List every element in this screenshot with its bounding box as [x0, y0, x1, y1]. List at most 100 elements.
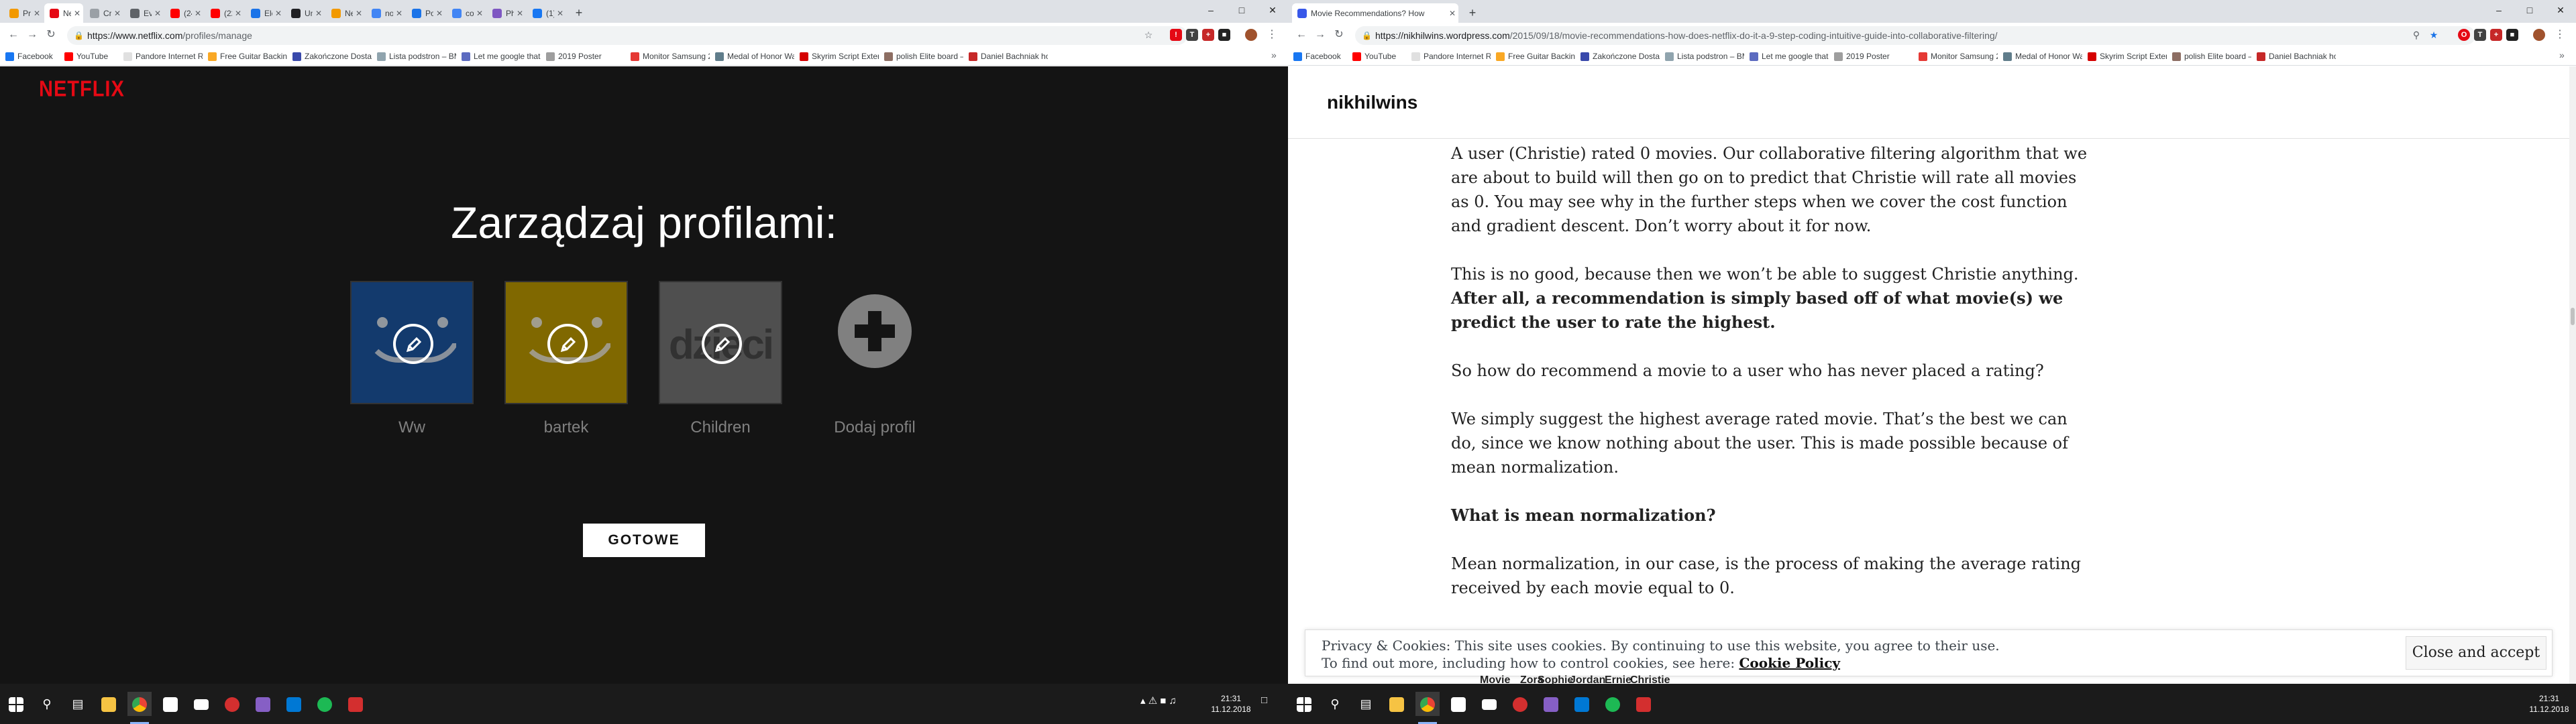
pencil-icon[interactable]: [547, 324, 588, 364]
extension-icon[interactable]: +: [1202, 29, 1214, 41]
chrome-icon[interactable]: [127, 692, 152, 724]
reload-icon[interactable]: ↻: [1331, 27, 1347, 43]
forward-icon[interactable]: →: [24, 27, 40, 43]
task-view-icon[interactable]: ▤: [1354, 692, 1378, 716]
bookmark-item[interactable]: Free Guitar Backing: [208, 51, 287, 62]
bookmark-item[interactable]: Zakończone Dostaw: [1580, 51, 1660, 62]
pencil-icon[interactable]: [702, 324, 742, 364]
more-bookmarks-icon[interactable]: »: [1271, 50, 1277, 60]
close-tab-icon[interactable]: ✕: [353, 9, 365, 18]
close-tab-icon[interactable]: ✕: [433, 9, 445, 18]
close-window-button[interactable]: ✕: [2545, 0, 2576, 20]
browser-tab[interactable]: Movie Recommendations? How ✕: [1292, 3, 1458, 23]
extension-icon[interactable]: +: [2490, 29, 2502, 41]
close-tab-icon[interactable]: ✕: [514, 9, 526, 18]
bookmark-item[interactable]: Daniel Bachniak how: [2257, 51, 2336, 62]
store-icon[interactable]: [1446, 692, 1470, 716]
browser-tab[interactable]: Creative✕: [85, 3, 123, 23]
app-icon[interactable]: [1570, 692, 1594, 716]
visual-studio-icon[interactable]: [1539, 692, 1563, 716]
address-bar[interactable]: 🔒 https://nikhilwins.wordpress.com/2015/…: [1355, 26, 2475, 45]
profile-name[interactable]: Ww: [331, 418, 492, 437]
close-tab-icon[interactable]: ✕: [393, 9, 405, 18]
close-window-button[interactable]: ✕: [1257, 0, 1288, 20]
visual-studio-icon[interactable]: [251, 692, 275, 716]
extension-icon[interactable]: ■: [1218, 29, 1230, 41]
forward-icon[interactable]: →: [1312, 27, 1328, 43]
address-bar[interactable]: 🔒 https://www.netflix.com/profiles/manag…: [67, 26, 1187, 45]
spotify-icon[interactable]: [313, 692, 337, 716]
notifications-icon[interactable]: □: [1261, 695, 1267, 706]
chrome-icon[interactable]: [1415, 692, 1440, 724]
profile-tile-bartek[interactable]: [504, 281, 628, 404]
close-tab-icon[interactable]: ✕: [152, 9, 164, 18]
browser-tab[interactable]: Everyday I✕: [125, 3, 164, 23]
browser-tab[interactable]: Netflix✕: [44, 3, 83, 23]
menu-icon[interactable]: ⋮: [1264, 27, 1280, 43]
profile-name[interactable]: Children: [640, 418, 801, 437]
profile-tile-children[interactable]: dzieci: [659, 281, 782, 404]
close-tab-icon[interactable]: ✕: [71, 9, 83, 18]
site-title[interactable]: nikhilwins: [1327, 92, 1417, 113]
close-tab-icon[interactable]: ✕: [554, 9, 566, 18]
browser-tab[interactable]: Pobrane p✕: [407, 3, 445, 23]
bookmark-item[interactable]: Let me google that: [462, 51, 541, 62]
done-button[interactable]: GOTOWE: [583, 524, 705, 557]
add-profile-label[interactable]: Dodaj profil: [794, 418, 955, 437]
bookmark-item[interactable]: Pandore Internet Ra: [1411, 51, 1491, 62]
bookmark-item[interactable]: Lista podstron – BM: [1665, 51, 1744, 62]
netflix-logo[interactable]: NETFLIX: [39, 77, 125, 103]
bookmark-item[interactable]: Facebook: [5, 51, 59, 62]
search-icon[interactable]: ⚲: [2408, 27, 2424, 43]
new-tab-button[interactable]: +: [1464, 4, 1481, 21]
bookmark-item[interactable]: Skyrim Script Extend: [2088, 51, 2167, 62]
bookmark-item[interactable]: Medal of Honor War: [2003, 51, 2082, 62]
new-tab-button[interactable]: +: [570, 4, 588, 21]
browser-tab[interactable]: Electric Ey✕: [246, 3, 284, 23]
mail-icon[interactable]: [189, 692, 213, 716]
reload-icon[interactable]: ↻: [43, 27, 59, 43]
mail-icon[interactable]: [1477, 692, 1501, 716]
app-icon[interactable]: [1508, 692, 1532, 716]
tray-icons[interactable]: ▴ ⚠ ■ ♫: [1140, 695, 1177, 707]
back-icon[interactable]: ←: [5, 27, 21, 43]
browser-tab[interactable]: normaliza✕: [366, 3, 405, 23]
scrollbar[interactable]: [2569, 66, 2576, 684]
bookmark-star-icon[interactable]: ★: [2426, 27, 2442, 43]
bookmark-item[interactable]: 2019 Poster: [546, 51, 625, 62]
browser-tab[interactable]: Netflix an✕: [326, 3, 365, 23]
bookmark-item[interactable]: Facebook: [1293, 51, 1347, 62]
spotify-icon[interactable]: [1601, 692, 1625, 716]
pencil-icon[interactable]: [393, 324, 433, 364]
task-view-icon[interactable]: ▤: [66, 692, 90, 716]
app-icon[interactable]: [282, 692, 306, 716]
extension-icon[interactable]: T: [1186, 29, 1198, 41]
bookmark-item[interactable]: Pandore Internet Ra: [123, 51, 203, 62]
minimize-button[interactable]: –: [1195, 0, 1226, 20]
bookmark-item[interactable]: YouTube: [1352, 51, 1406, 62]
bookmark-item[interactable]: Medal of Honor War: [715, 51, 794, 62]
maximize-button[interactable]: □: [2514, 0, 2545, 20]
app-icon[interactable]: [343, 692, 368, 716]
profile-tile-ww[interactable]: [350, 281, 474, 404]
bookmark-item[interactable]: Monitor Samsung 2: [1919, 51, 1998, 62]
windows-start-icon[interactable]: [4, 692, 28, 716]
extension-icon[interactable]: !: [1170, 29, 1182, 41]
browser-tab[interactable]: collaborati✕: [447, 3, 486, 23]
opera-icon[interactable]: O: [2458, 29, 2470, 41]
browser-tab[interactable]: (1) Facebo✕: [527, 3, 566, 23]
close-tab-icon[interactable]: ✕: [272, 9, 284, 18]
maximize-button[interactable]: □: [1226, 0, 1257, 20]
bookmark-item[interactable]: polish Elite board – V: [2172, 51, 2251, 62]
close-and-accept-button[interactable]: Close and accept: [2406, 636, 2546, 670]
close-tab-icon[interactable]: ✕: [474, 9, 486, 18]
avatar[interactable]: [2533, 29, 2545, 41]
file-explorer-icon[interactable]: [1385, 692, 1409, 716]
windows-start-icon[interactable]: [1292, 692, 1316, 716]
extension-icon[interactable]: ■: [2506, 29, 2518, 41]
bookmark-item[interactable]: Free Guitar Backing: [1496, 51, 1575, 62]
cookie-policy-link[interactable]: Cookie Policy: [1739, 655, 1840, 671]
bookmark-item[interactable]: Daniel Bachniak how: [969, 51, 1048, 62]
extension-icon[interactable]: T: [2474, 29, 2486, 41]
bookmark-item[interactable]: Zakończone Dostaw: [292, 51, 372, 62]
